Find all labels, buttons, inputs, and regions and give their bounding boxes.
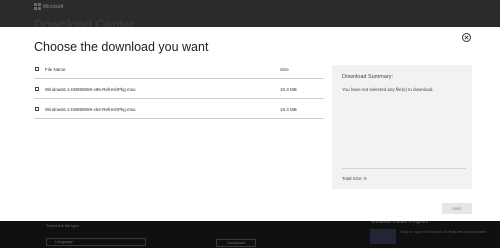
- background-select-label: Select the file type: [46, 223, 79, 228]
- background-language-select: Language: [46, 238, 146, 246]
- download-dialog: Choose the download you want File Name S…: [0, 27, 500, 221]
- table-row[interactable]: Windows6.1-KB958559-x86-RefreshPkg.msu 1…: [34, 79, 324, 99]
- microsoft-logo: Microsoft: [34, 3, 63, 10]
- background-header: Microsoft Download Center: [0, 0, 500, 32]
- summary-divider: [342, 168, 466, 169]
- close-icon: [464, 35, 469, 40]
- background-right-text: Stay on top of Windows 10 features and u…: [400, 229, 487, 234]
- summary-title: Download Summary:: [342, 74, 394, 80]
- column-header-file-name: File Name: [45, 67, 66, 72]
- column-header-size: Size: [280, 67, 289, 72]
- background-thumbnail: [370, 229, 396, 244]
- background-download-button: Download: [216, 239, 256, 247]
- close-button[interactable]: [462, 33, 471, 42]
- brand-name: Microsoft: [43, 3, 64, 10]
- microsoft-logo-icon: [34, 3, 41, 10]
- file-table: File Name Size Windows6.1-KB958559-x86-R…: [34, 66, 324, 119]
- file-checkbox[interactable]: [35, 107, 39, 111]
- table-header-row: File Name Size: [34, 66, 324, 79]
- next-button[interactable]: Next: [442, 203, 472, 214]
- table-row[interactable]: Windows6.1-KB958559-x64-RefreshPkg.msu 1…: [34, 99, 324, 119]
- file-name: Windows6.1-KB958559-x64-RefreshPkg.msu: [45, 107, 136, 112]
- summary-total-size: Total Size: 0: [342, 176, 367, 181]
- select-all-checkbox[interactable]: [35, 67, 39, 71]
- file-checkbox[interactable]: [35, 87, 39, 91]
- file-size: 15.3 MB: [280, 87, 297, 92]
- file-size: 16.3 MB: [280, 107, 297, 112]
- summary-message: You have not selected any file(s) to dow…: [342, 87, 434, 92]
- download-summary-panel: Download Summary: You have not selected …: [332, 65, 472, 189]
- dialog-title: Choose the download you want: [34, 40, 209, 54]
- file-name: Windows6.1-KB958559-x86-RefreshPkg.msu: [45, 87, 136, 92]
